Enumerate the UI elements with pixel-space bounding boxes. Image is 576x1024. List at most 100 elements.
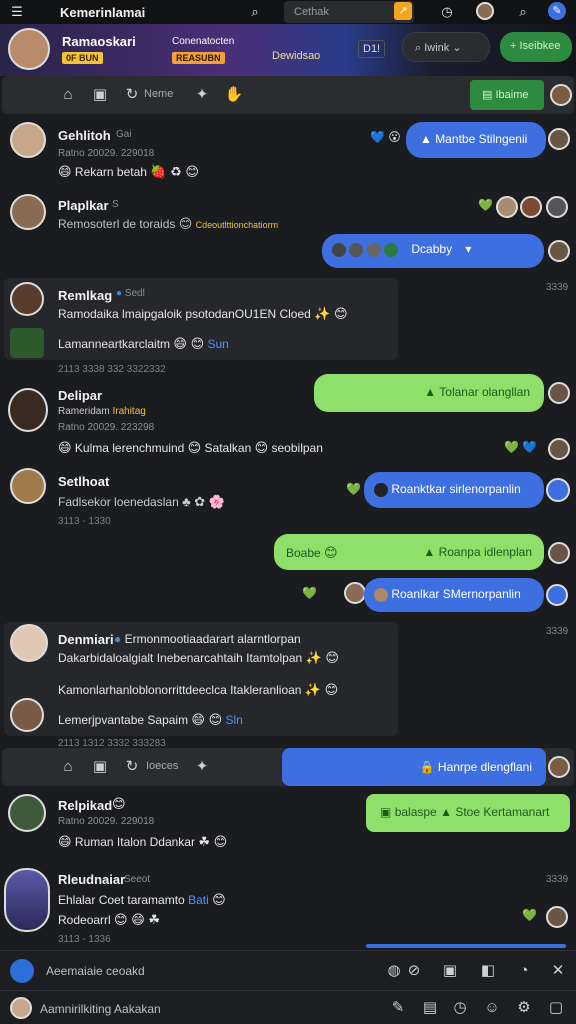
participant-avatar[interactable] — [496, 196, 518, 218]
reply-avatar[interactable] — [548, 542, 570, 564]
reply-bubble[interactable]: Dcabby ▾ — [322, 234, 544, 268]
message-link[interactable]: Sln — [225, 713, 242, 727]
reaction-icon[interactable]: ☘ 😊 — [198, 834, 227, 849]
message-author[interactable]: Setlhoat — [58, 474, 109, 489]
reply-avatar[interactable] — [548, 240, 570, 262]
reaction-icons[interactable]: 💚 — [302, 586, 317, 600]
link-icon[interactable]: ⊘ — [404, 961, 424, 981]
message-time-right: 3339 — [546, 626, 569, 637]
reply-avatar[interactable] — [548, 382, 570, 404]
nav-avatar[interactable] — [548, 756, 570, 778]
participant-avatar[interactable] — [546, 196, 568, 218]
message-text-body: Rekarn betah — [74, 165, 147, 179]
reply-bubble[interactable]: Roanlkar SMernorpanlin — [364, 578, 544, 612]
message-link[interactable]: Cdeoutlttionchatiorm — [196, 220, 279, 230]
nav-label[interactable]: Neme — [144, 88, 173, 100]
participant-avatar[interactable] — [344, 582, 366, 604]
reaction-icon[interactable]: ✨ 😊 — [305, 682, 338, 697]
emoji-icon[interactable]: ◔ — [514, 961, 534, 981]
message-avatar[interactable] — [8, 794, 46, 832]
reply-bubble[interactable]: Boabe 😊 ▲ Roanpa idlenplan — [274, 534, 544, 570]
pin-icon[interactable]: ✦ — [192, 757, 212, 777]
status-avatar[interactable] — [10, 997, 32, 1019]
nav-label[interactable]: Ioeces — [146, 760, 178, 772]
reaction-icons[interactable]: 💚 — [346, 482, 361, 496]
compose-avatar[interactable] — [10, 959, 34, 983]
image-icon[interactable]: ▣ — [440, 961, 460, 981]
nav-action-button[interactable]: ▤ Ibaime — [470, 80, 544, 110]
user-avatar[interactable] — [476, 2, 494, 20]
reaction-icon[interactable]: ✨ 😊 — [306, 650, 339, 665]
reaction-icons[interactable]: 💚 💙 — [504, 440, 537, 454]
reaction-icon[interactable]: 🍓 ♻ 😊 — [150, 164, 199, 179]
pin-icon[interactable]: ✦ — [192, 85, 212, 105]
message-author[interactable]: Gehlitoh — [58, 128, 111, 143]
attach-icon[interactable]: ◍ — [384, 961, 404, 981]
reaction-icon[interactable]: ♣ ✿ 🌸 — [182, 494, 225, 509]
subtitle-link[interactable]: Irahitag — [112, 406, 145, 417]
participant-avatar[interactable] — [546, 906, 568, 928]
clock-icon[interactable]: ◷ — [450, 998, 470, 1018]
refresh-icon[interactable]: ↻ — [122, 757, 142, 777]
participant-avatar[interactable] — [548, 438, 570, 460]
reply-bubble[interactable]: ▲ Tolanar olangllan — [314, 374, 544, 412]
message-author[interactable]: Rleudnaiar — [58, 872, 125, 887]
search-icon[interactable]: ⌕ — [246, 3, 264, 21]
message-avatar[interactable] — [4, 868, 50, 932]
message-author[interactable]: Remlkag — [58, 288, 112, 303]
banner-tag-2: Conenatocten — [172, 36, 235, 47]
zoom-icon[interactable]: ⌕ — [514, 3, 532, 21]
pen-icon[interactable]: ✎ — [388, 998, 408, 1018]
reaction-icons[interactable]: 💚 — [522, 908, 537, 922]
gear-icon[interactable]: ⚙ — [514, 998, 534, 1018]
message-link[interactable]: Sun — [207, 337, 228, 351]
reaction-icon[interactable]: ✨ 😊 — [314, 306, 347, 321]
gif-icon[interactable]: ◧ — [478, 961, 498, 981]
avatar-dot — [349, 242, 364, 257]
thumbnail[interactable] — [10, 328, 44, 358]
chat-icon[interactable]: ▣ — [90, 757, 110, 777]
banner-action-button[interactable]: + Iseibkee — [500, 32, 572, 62]
more-icon[interactable]: ▢ — [546, 998, 566, 1018]
home-icon[interactable]: ⌂ — [58, 757, 78, 777]
reply-bubble[interactable]: ▣ balaspe ▲ Stoe Kertamanart — [366, 794, 570, 832]
message-avatar[interactable] — [8, 388, 48, 432]
history-icon[interactable]: ◷ — [438, 3, 456, 21]
message-author[interactable]: Relpikad — [58, 798, 112, 813]
reply-bubble[interactable]: ▲ Mantbe Stilngenii — [406, 122, 546, 158]
menu-icon[interactable]: ☰ — [8, 3, 26, 21]
nav-avatar[interactable] — [550, 84, 572, 106]
reply-avatar[interactable] — [546, 478, 570, 502]
reply-avatar[interactable] — [548, 128, 570, 150]
message-link[interactable]: Bati — [188, 893, 209, 907]
message-author[interactable]: Plaplkar — [58, 198, 109, 213]
compose-input[interactable]: Aeemaiaie ceoakd — [46, 964, 145, 978]
home-icon[interactable]: ⌂ — [58, 85, 78, 105]
message-author[interactable]: Delipar — [58, 388, 102, 403]
reaction-icons[interactable]: 💚 — [478, 198, 493, 212]
message-avatar[interactable] — [10, 282, 44, 316]
banner-avatar[interactable] — [8, 28, 50, 70]
reaction-icons[interactable]: 💙 😮 — [370, 130, 401, 144]
message-avatar[interactable] — [10, 122, 46, 158]
reply-bubble[interactable]: Roanktkar sirlenorpanlin — [364, 472, 544, 508]
search-go-button[interactable]: ↗ — [394, 2, 412, 20]
message-author[interactable]: Denmiari — [58, 632, 114, 647]
smile-icon: 😊 — [112, 796, 126, 811]
nav-action-button[interactable]: 🔒 Hanrpe dlengflani — [282, 748, 546, 786]
settings-icon[interactable]: ✕ — [548, 961, 568, 981]
reply-avatar[interactable] — [546, 584, 568, 606]
chat-icon[interactable]: ▣ — [90, 85, 110, 105]
message-avatar-2[interactable] — [10, 698, 44, 732]
arrow-icon: ▣ — [380, 805, 392, 819]
message-avatar[interactable] — [10, 624, 48, 662]
emoji-icon[interactable]: ☺ — [482, 998, 502, 1018]
hand-icon[interactable]: ✋ — [224, 85, 244, 105]
message-avatar[interactable] — [10, 194, 46, 230]
message-avatar[interactable] — [10, 468, 46, 504]
calendar-icon[interactable]: ▤ — [420, 998, 440, 1018]
refresh-icon[interactable]: ↻ — [122, 85, 142, 105]
banner-search[interactable]: ⌕ Iwink ⌄ — [402, 32, 490, 62]
compose-icon[interactable]: ✎ — [548, 2, 566, 20]
participant-avatar[interactable] — [520, 196, 542, 218]
